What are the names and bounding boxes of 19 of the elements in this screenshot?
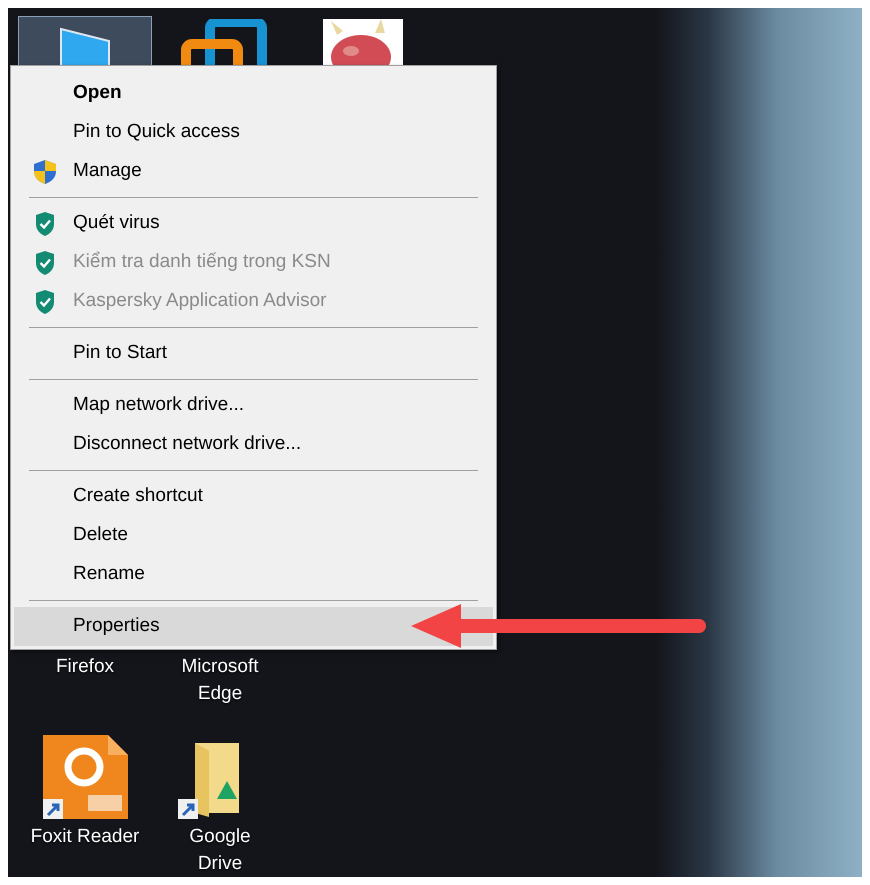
desktop-icon-label[interactable]: Firefox xyxy=(30,653,140,680)
menu-item[interactable]: Properties xyxy=(14,607,493,646)
desktop-icon-label[interactable]: Foxit Reader xyxy=(30,823,140,850)
menu-item[interactable]: Disconnect network drive... xyxy=(14,425,493,464)
menu-item[interactable]: Manage xyxy=(14,152,493,191)
menu-item[interactable]: Map network drive... xyxy=(14,386,493,425)
menu-item[interactable]: Create shortcut xyxy=(14,477,493,516)
shield-check-icon xyxy=(34,210,54,236)
shield-check-icon xyxy=(34,288,54,314)
menu-item[interactable]: Delete xyxy=(14,516,493,555)
menu-item[interactable]: Open xyxy=(14,74,493,113)
shield-icon xyxy=(32,158,56,184)
menu-item[interactable]: Pin to Start xyxy=(14,334,493,373)
menu-item[interactable]: Quét virus xyxy=(14,204,493,243)
desktop-icon-label[interactable]: Google Drive xyxy=(165,823,275,877)
menu-item[interactable]: Rename xyxy=(14,555,493,594)
desktop-icon-label[interactable]: Microsoft Edge xyxy=(165,653,275,707)
shield-check-icon xyxy=(34,250,54,276)
menu-item[interactable]: Pin to Quick access xyxy=(14,113,493,152)
